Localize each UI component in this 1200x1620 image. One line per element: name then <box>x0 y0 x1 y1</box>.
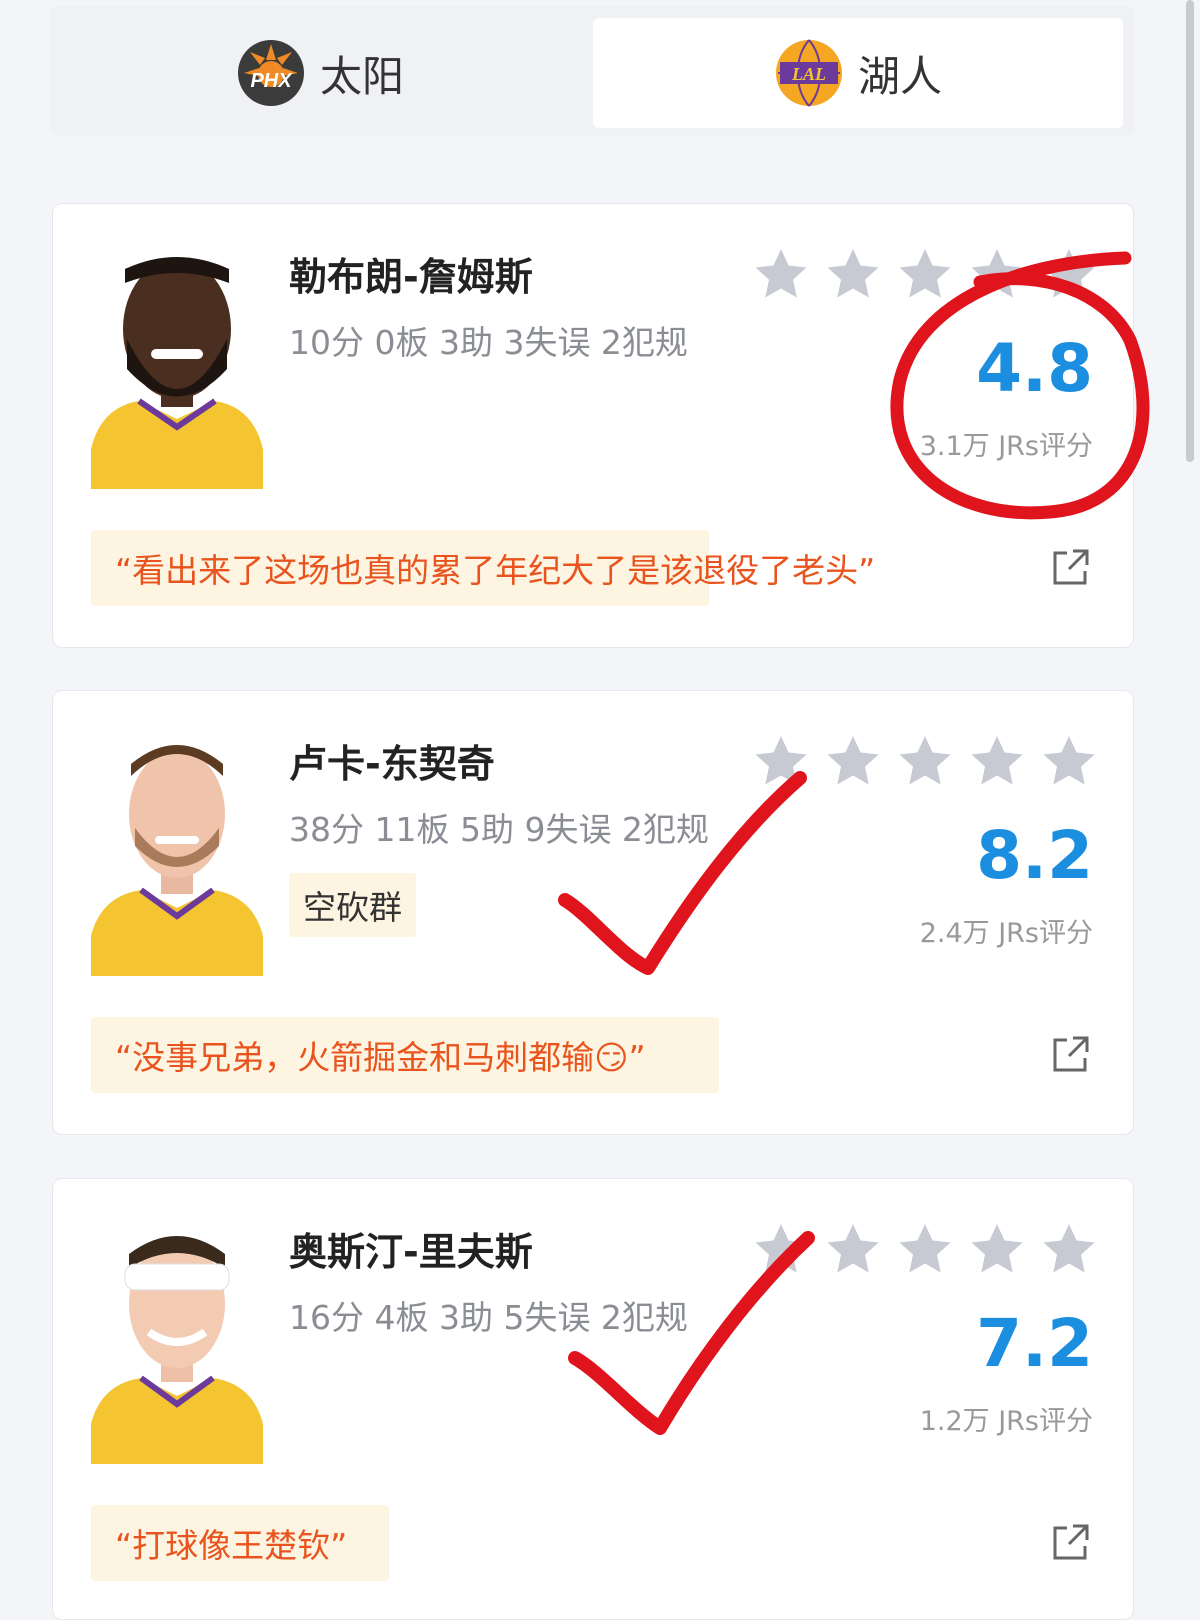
player-card[interactable]: 勒布朗-詹姆斯 10分 0板 3助 3失误 2犯规 4.8 3.1万 JRs评分… <box>52 203 1134 648</box>
svg-text:LAL: LAL <box>791 64 826 84</box>
share-icon[interactable] <box>1051 1034 1091 1074</box>
hot-comment[interactable]: “打球像王楚钦” <box>91 1505 389 1581</box>
player-avatar <box>91 257 263 489</box>
player-stats: 10分 0板 3助 3失误 2犯规 <box>289 323 688 362</box>
player-name: 奥斯汀-里夫斯 <box>289 1230 533 1274</box>
star-icon[interactable] <box>895 1219 955 1279</box>
rating-stars[interactable] <box>751 1219 1099 1279</box>
player-name: 卢卡-东契奇 <box>289 742 495 786</box>
suns-logo-icon: PHX <box>237 40 304 106</box>
star-icon[interactable] <box>1039 731 1099 791</box>
star-icon[interactable] <box>823 731 883 791</box>
rating-stars[interactable] <box>751 731 1099 791</box>
rating-count: 1.2万 JRs评分 <box>919 1406 1093 1437</box>
rating-count: 2.4万 JRs评分 <box>919 918 1093 949</box>
player-card[interactable]: 奥斯汀-里夫斯 16分 4板 3助 5失误 2犯规 7.2 1.2万 JRs评分… <box>52 1178 1134 1620</box>
player-avatar <box>91 745 263 976</box>
tab-suns[interactable]: PHX 太阳 <box>50 18 590 128</box>
star-icon[interactable] <box>1039 1219 1099 1279</box>
player-stats: 16分 4板 3助 5失误 2犯规 <box>289 1298 688 1337</box>
player-avatar <box>91 1236 263 1464</box>
tab-lakers-label: 湖人 <box>857 51 942 101</box>
star-icon[interactable] <box>751 1219 811 1279</box>
player-name: 勒布朗-詹姆斯 <box>289 255 533 299</box>
share-icon[interactable] <box>1051 1522 1091 1562</box>
hot-comment[interactable]: “看出来了这场也真的累了年纪大了是该退役了老头” <box>91 530 875 606</box>
star-icon[interactable] <box>751 731 811 791</box>
star-icon[interactable] <box>823 244 883 304</box>
star-icon[interactable] <box>895 244 955 304</box>
player-score: 8.2 <box>976 817 1093 894</box>
share-icon[interactable] <box>1051 547 1091 587</box>
star-icon[interactable] <box>823 1219 883 1279</box>
tab-suns-label: 太阳 <box>319 51 404 101</box>
player-tag[interactable]: 空砍群 <box>289 873 416 937</box>
lakers-logo-icon: LAL <box>775 39 842 107</box>
hot-comment[interactable]: “没事兄弟，火箭掘金和马刺都输😏” <box>91 1017 719 1093</box>
tab-lakers[interactable]: LAL 湖人 <box>593 18 1123 128</box>
rating-stars[interactable] <box>751 244 1099 304</box>
player-score: 7.2 <box>976 1305 1093 1382</box>
svg-text:PHX: PHX <box>250 70 293 92</box>
player-card[interactable]: 卢卡-东契奇 38分 11板 5助 9失误 2犯规 空砍群 8.2 2.4万 J… <box>52 690 1134 1135</box>
star-icon[interactable] <box>967 244 1027 304</box>
team-tabs: PHX 太阳 LAL 湖人 <box>50 6 1135 136</box>
star-icon[interactable] <box>967 1219 1027 1279</box>
player-score: 4.8 <box>976 330 1093 407</box>
player-stats: 38分 11板 5助 9失误 2犯规 <box>289 810 709 849</box>
scrollbar[interactable] <box>1186 0 1194 462</box>
star-icon[interactable] <box>751 244 811 304</box>
star-icon[interactable] <box>967 731 1027 791</box>
rating-count: 3.1万 JRs评分 <box>919 431 1093 462</box>
star-icon[interactable] <box>895 731 955 791</box>
star-icon[interactable] <box>1039 244 1099 304</box>
